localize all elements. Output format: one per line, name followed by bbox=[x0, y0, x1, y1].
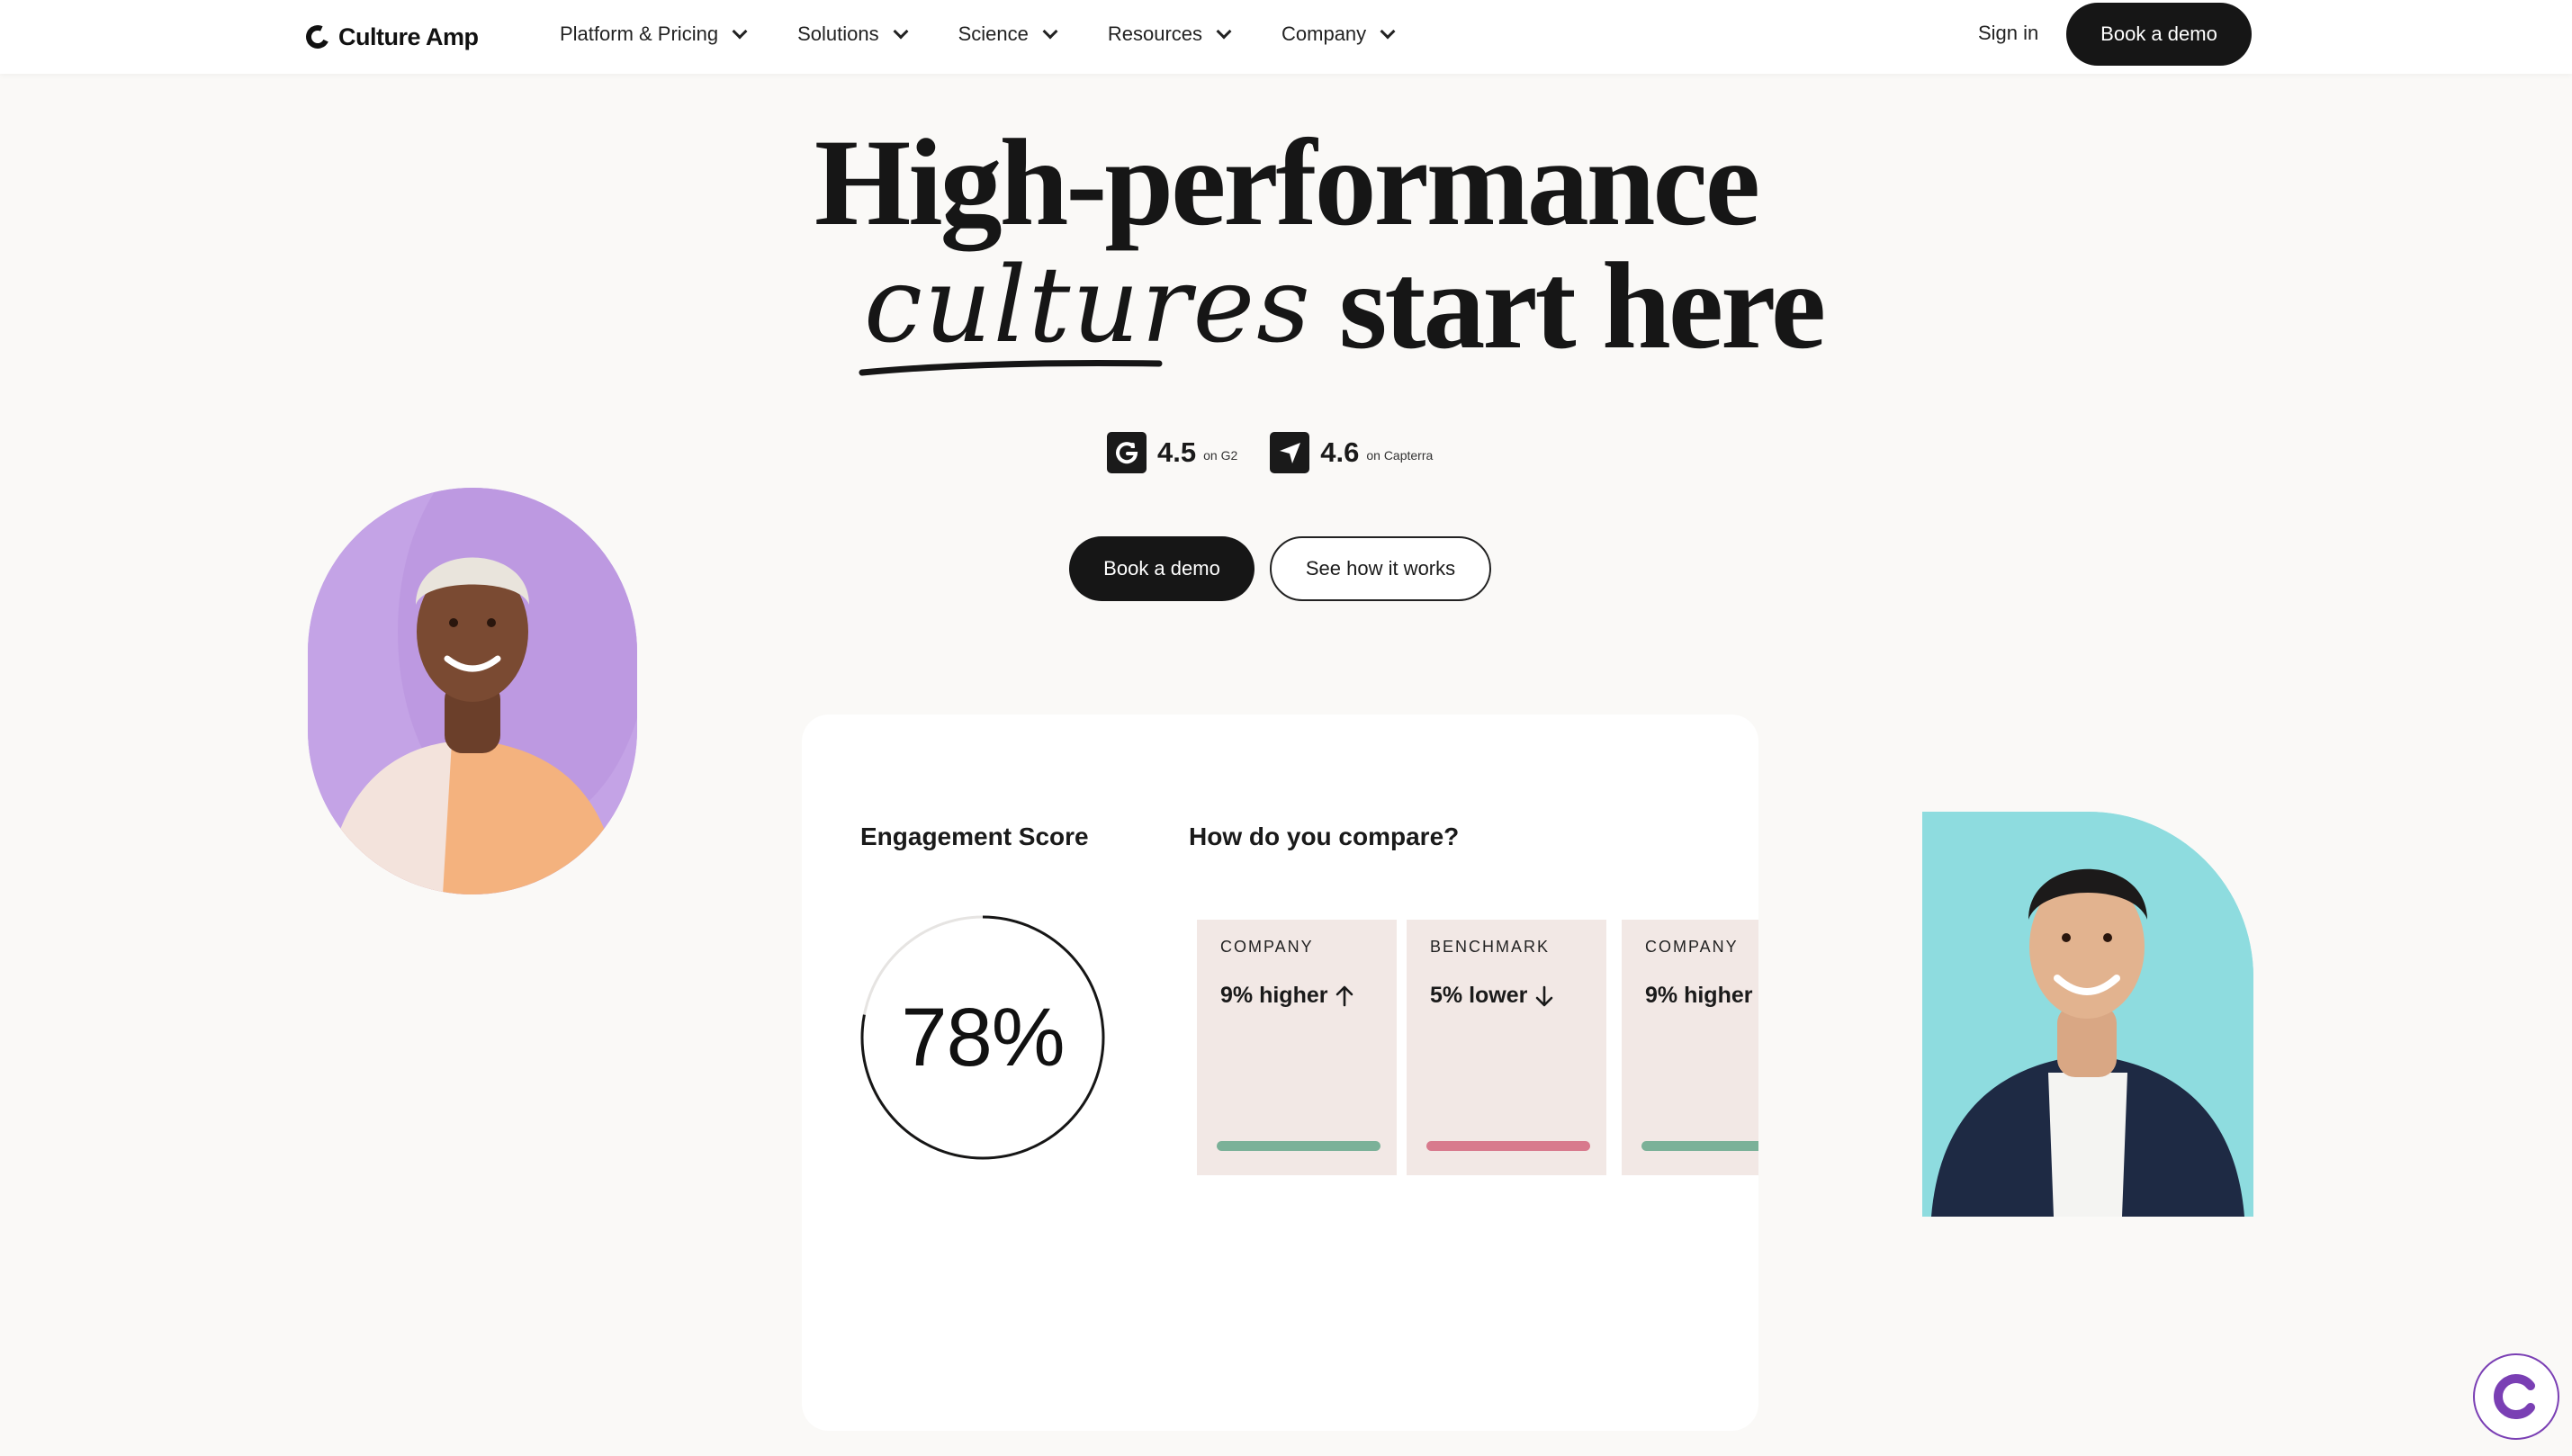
tile-value: 9% higher bbox=[1645, 983, 1752, 1009]
sign-in-link[interactable]: Sign in bbox=[1978, 22, 2038, 45]
hero-script-word: cultures bbox=[859, 243, 1312, 376]
rating-capterra[interactable]: 4.6 on Capterra bbox=[1270, 432, 1433, 473]
chevron-down-icon bbox=[732, 23, 748, 40]
tile-value-text: 5% lower bbox=[1430, 983, 1528, 1008]
tile-kicker: COMPANY bbox=[1220, 938, 1314, 956]
nav-item-label: Company bbox=[1282, 22, 1367, 45]
svg-text:2: 2 bbox=[1130, 442, 1136, 450]
tile-status-bar bbox=[1426, 1141, 1590, 1151]
g2-logo-icon: 2 bbox=[1107, 432, 1147, 473]
hero-headline-line2: cultures start here bbox=[859, 234, 1826, 378]
rating-source: on Capterra bbox=[1366, 448, 1434, 463]
tile-value-text: 9% higher bbox=[1220, 983, 1328, 1008]
site-header: Culture Amp Platform & Pricing Solutions… bbox=[0, 0, 2572, 74]
tile-value: 9% higher bbox=[1220, 983, 1354, 1009]
header-book-demo-button[interactable]: Book a demo bbox=[2066, 3, 2252, 66]
rating-score: 4.6 bbox=[1320, 436, 1360, 468]
chevron-down-icon bbox=[1042, 23, 1058, 40]
arrow-up-icon bbox=[1336, 985, 1353, 1006]
hero-headline-line1: High-performance bbox=[814, 113, 1760, 251]
tile-value: 5% lower bbox=[1430, 983, 1554, 1009]
how-do-you-compare-label: How do you compare? bbox=[1189, 822, 1460, 850]
nav-item-resources[interactable]: Resources bbox=[1107, 22, 1232, 46]
rating-score: 4.5 bbox=[1157, 436, 1197, 468]
engagement-score-value: 78% bbox=[901, 991, 1065, 1083]
main-nav: Platform & Pricing Solutions Science Res… bbox=[560, 0, 1445, 68]
capterra-logo-icon bbox=[1270, 432, 1310, 473]
compare-tile-company: COMPANY 9% higher bbox=[1197, 920, 1397, 1175]
chevron-down-icon bbox=[1216, 23, 1232, 40]
chevron-down-icon bbox=[893, 23, 909, 40]
nav-item-company[interactable]: Company bbox=[1282, 22, 1396, 46]
hero-script-text: cultures bbox=[864, 245, 1312, 366]
compare-tile-benchmark: BENCHMARK 5% lower bbox=[1407, 920, 1606, 1175]
rating-source: on G2 bbox=[1203, 448, 1238, 463]
tile-kicker: BENCHMARK bbox=[1430, 938, 1551, 956]
brand-name: Culture Amp bbox=[338, 22, 479, 50]
culture-amp-chat-icon bbox=[2494, 1374, 2535, 1419]
tile-kicker: COMPANY bbox=[1645, 938, 1739, 956]
nav-item-solutions[interactable]: Solutions bbox=[797, 22, 909, 46]
nav-item-label: Science bbox=[958, 22, 1029, 45]
nav-item-label: Platform & Pricing bbox=[560, 22, 719, 45]
hand-drawn-underline-icon bbox=[859, 359, 1163, 376]
engagement-score-label: Engagement Score bbox=[860, 822, 1089, 850]
tile-value-text: 9% higher bbox=[1645, 983, 1753, 1008]
nav-item-platform-pricing[interactable]: Platform & Pricing bbox=[560, 22, 748, 46]
nav-item-label: Solutions bbox=[797, 22, 879, 45]
rating-g2[interactable]: 2 4.5 on G2 bbox=[1107, 432, 1237, 473]
compare-tile-company-2: COMPANY 9% higher bbox=[1622, 920, 1758, 1175]
chat-widget-button[interactable] bbox=[2473, 1353, 2559, 1440]
ratings-row: 2 4.5 on G2 4.6 on Capterra bbox=[1107, 430, 1465, 475]
tile-status-bar bbox=[1217, 1141, 1380, 1151]
see-how-it-works-button[interactable]: See how it works bbox=[1270, 536, 1491, 601]
nav-item-science[interactable]: Science bbox=[958, 22, 1058, 46]
tile-status-bar bbox=[1641, 1141, 1758, 1151]
portrait-man-photo bbox=[1922, 812, 2253, 1217]
hero-headline-rest: start here bbox=[1338, 237, 1826, 374]
portrait-woman-photo bbox=[308, 488, 637, 894]
hero-book-demo-button[interactable]: Book a demo bbox=[1069, 536, 1255, 601]
culture-amp-logo[interactable]: Culture Amp bbox=[302, 16, 479, 58]
chevron-down-icon bbox=[1380, 23, 1396, 40]
engagement-card: Engagement Score How do you compare? 78%… bbox=[802, 715, 1758, 1431]
nav-item-label: Resources bbox=[1107, 22, 1203, 45]
arrow-down-icon bbox=[1536, 985, 1553, 1006]
culture-amp-mark-icon bbox=[302, 22, 333, 52]
